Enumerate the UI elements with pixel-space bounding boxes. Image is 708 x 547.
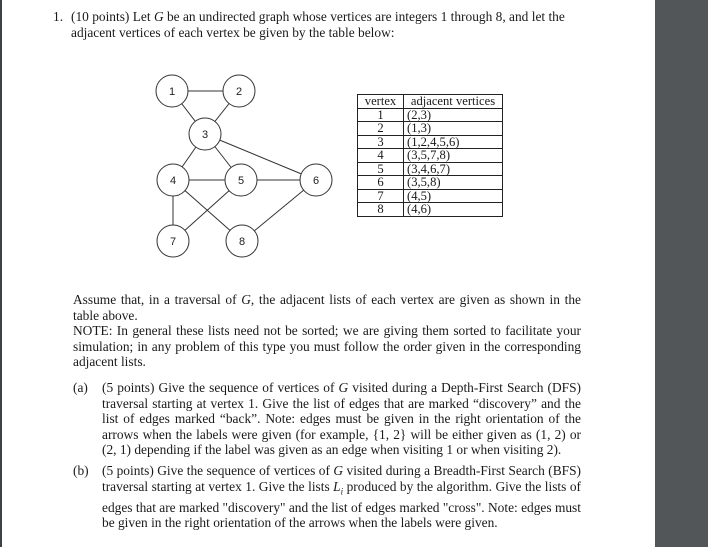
node-label: 4 — [170, 175, 176, 187]
part-a-pre: (5 points) Give the sequence of vertices… — [102, 380, 339, 395]
part-a-body: (5 points) Give the sequence of vertices… — [102, 380, 581, 458]
assumption-text: Assume that, in a traversal of G, the ad… — [73, 292, 581, 323]
node-label: 6 — [313, 175, 319, 187]
assumption-paragraph: Assume that, in a traversal of G, the ad… — [73, 292, 581, 370]
part-b: (b) (5 points) Give the sequence of vert… — [73, 463, 581, 531]
adjacent-cell: (3,4,6,7) — [403, 161, 503, 176]
part-a-label: (a) — [73, 380, 88, 395]
table-row: 5 (3,4,6,7) — [357, 161, 503, 176]
table-row: 8 (4,6) — [357, 202, 503, 217]
table-row: 7 (4,5) — [357, 188, 503, 203]
node-label: 1 — [169, 86, 175, 98]
table-row: 3 (1,2,4,5,6) — [357, 134, 503, 149]
viewer-background-right — [655, 0, 708, 547]
graph-node-7: 7 — [156, 224, 190, 258]
header-vertex: vertex — [357, 94, 404, 109]
list-variable: L — [333, 478, 341, 494]
part-b-body: (5 points) Give the sequence of vertices… — [102, 463, 581, 531]
vertex-cell: 1 — [357, 107, 404, 122]
graph-node-3: 3 — [188, 117, 222, 151]
vertex-cell: 4 — [357, 148, 404, 163]
adjacent-cell: (2,3) — [403, 107, 503, 122]
graph-node-2: 2 — [222, 74, 256, 108]
graph-edge-3-6 — [204, 133, 317, 181]
part-a: (a) (5 points) Give the sequence of vert… — [73, 380, 581, 458]
table-row: 4 (3,5,7,8) — [357, 148, 503, 163]
vertex-cell: 8 — [357, 202, 404, 217]
part-b-label: (b) — [73, 463, 89, 478]
node-label: 2 — [236, 86, 242, 98]
graph-node-5: 5 — [224, 163, 258, 197]
node-label: 7 — [170, 236, 176, 248]
graph-node-4: 4 — [156, 163, 190, 197]
adjacent-cell: (1,2,4,5,6) — [403, 134, 503, 149]
graph-variable: G — [241, 292, 251, 307]
vertex-cell: 5 — [357, 161, 404, 176]
vertex-cell: 7 — [357, 188, 404, 203]
vertex-cell: 3 — [357, 134, 404, 149]
table-row: 6 (3,5,8) — [357, 175, 503, 190]
assumption-pre: Assume that, in a traversal of — [73, 292, 242, 307]
vertex-cell: 2 — [357, 121, 404, 136]
node-label: 8 — [239, 236, 245, 248]
graph-node-8: 8 — [225, 224, 259, 258]
document-page: 1. (10 points) Let G be an undirected gra… — [2, 0, 655, 547]
table-row: 2 (1,3) — [357, 121, 503, 136]
note-text: NOTE: In general these lists need not be… — [73, 323, 581, 370]
table-row: 1 (2,3) — [357, 107, 503, 122]
graph-variable: G — [338, 380, 349, 395]
node-label: 5 — [238, 175, 244, 187]
part-b-pre: (5 points) Give the sequence of vertices… — [102, 463, 334, 478]
adjacency-table: vertex adjacent vertices 1 (2,3) 2 (1,3) 3 (1… — [357, 94, 503, 217]
adjacent-cell: (1,3) — [403, 121, 503, 136]
graph-variable: G — [333, 463, 344, 478]
adjacent-cell: (3,5,7,8) — [403, 148, 503, 163]
table-header-row: vertex adjacent vertices — [357, 94, 503, 109]
adjacent-cell: (4,6) — [403, 202, 503, 217]
node-label: 3 — [202, 129, 208, 141]
header-adjacent: adjacent vertices — [403, 94, 503, 109]
graph-node-6: 6 — [299, 163, 333, 197]
adjacent-cell: (3,5,8) — [403, 175, 503, 190]
adjacent-cell: (4,5) — [403, 188, 503, 203]
graph-node-1: 1 — [155, 74, 189, 108]
table-body: 1 (2,3) 2 (1,3) 3 (1,2,4,5,6) 4 (3,5,7,8) 5 (3,4,… — [357, 107, 503, 217]
vertex-cell: 6 — [357, 175, 404, 190]
